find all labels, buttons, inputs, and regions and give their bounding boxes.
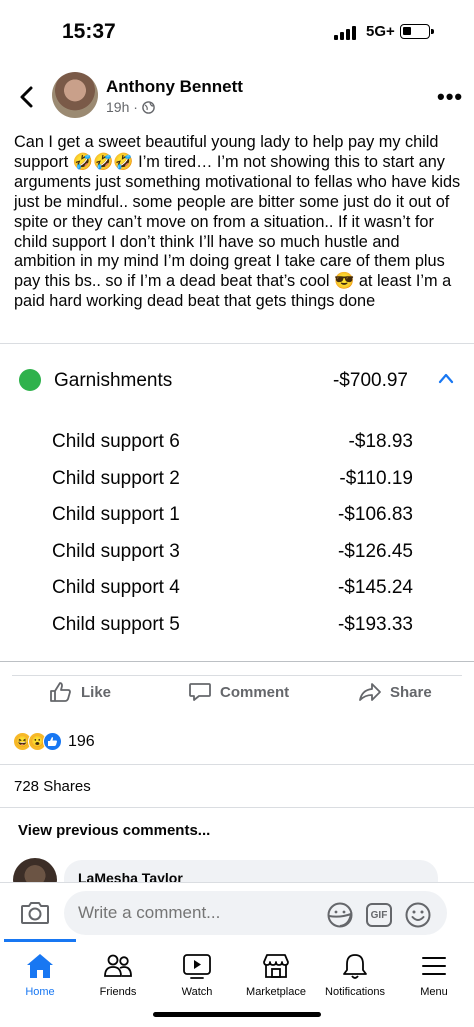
gif-label: GIF [370,909,388,921]
tab-menu[interactable]: Menu [394,952,474,998]
post-actions: Like Comment Share [0,681,474,713]
garnishment-label: Child support 6 [52,431,180,452]
friends-icon [104,954,132,977]
tab-menu-label: Menu [420,986,448,998]
signal-icon [334,26,356,40]
garnishment-label: Child support 1 [52,504,180,525]
gif-icon[interactable]: GIF [366,903,392,927]
composer-icons: GIF [326,901,432,929]
status-time: 15:37 [62,20,116,43]
garnishment-item: Child support 4 -$145.24 [0,575,474,612]
bell-icon [343,954,367,979]
garnishment-item: Child support 5 -$193.33 [0,612,474,649]
garnishment-amount: -$106.83 [337,504,413,525]
battery-icon [400,24,434,39]
chevron-up-icon[interactable] [438,372,454,384]
divider [0,764,474,765]
garnishments-total: -$700.97 [332,370,408,391]
like-reaction-icon [43,732,62,751]
tab-friends[interactable]: Friends [78,952,158,998]
comment-label: Comment [220,683,290,701]
watch-icon [183,954,211,979]
garnishment-label: Child support 5 [52,613,180,635]
garnishment-amount: -$126.45 [337,540,413,562]
status-bar: 15:37 5G+ [0,0,474,60]
comment-composer: GIF [0,882,474,942]
garnishment-amount: -$193.33 [337,613,413,635]
garnishment-label: Child support 2 [52,467,180,489]
tab-friends-label: Friends [99,986,137,998]
like-button[interactable]: Like [49,681,111,703]
globe-icon [142,100,155,114]
view-previous-comments-link[interactable]: View previous comments... [18,822,210,839]
hamburger-menu-icon [422,957,446,975]
garnishment-list: Child support 6 -$18.93 Child support 2 … [0,429,474,648]
divider [0,807,474,808]
garnishment-item: Child support 3 -$126.45 [0,539,474,576]
divider [0,343,474,344]
garnishment-item: Child support 2 -$110.19 [0,466,474,503]
tab-notifications-label: Notifications [325,986,385,998]
garnishment-amount: -$110.19 [339,467,413,489]
garnishment-label: Child support 3 [52,540,180,562]
garnishment-dot [19,369,41,391]
like-icon [50,682,71,702]
tab-home-label: Home [25,986,55,998]
post-header: Anthony Bennett 19h · ••• [0,70,474,126]
garnishment-amount: -$145.24 [337,577,413,598]
garnishment-item: Child support 6 -$18.93 [0,429,474,466]
home-icon [27,954,53,978]
bottom-tab-bar: Home Friends Watch Marketplace Notificat… [0,939,474,1002]
post-text: Can I get a sweet beautiful young lady t… [14,133,461,311]
garnishment-item: Child support 1 -$106.83 [0,502,474,539]
tab-home[interactable]: Home [0,952,80,998]
emoji-icon[interactable] [404,901,432,929]
post-time: 19h · [106,99,138,115]
share-label: Share [390,683,432,701]
sticker-icon[interactable] [326,901,354,929]
more-options-icon[interactable]: ••• [437,84,463,110]
back-arrow-icon[interactable] [16,84,38,110]
home-indicator [153,1012,321,1017]
tab-notifications[interactable]: Notifications [315,952,395,998]
author-avatar[interactable] [52,72,98,118]
comment-button[interactable]: Comment [188,681,289,703]
active-tab-indicator [4,939,76,942]
garnishment-amount: -$18.93 [348,431,413,452]
tab-marketplace-label: Marketplace [246,986,306,998]
marketplace-icon [263,954,289,978]
tab-watch-label: Watch [181,986,213,998]
network-label: 5G+ [366,23,395,40]
garnishment-label: Child support 4 [52,577,180,598]
reaction-count: 196 [68,732,95,750]
like-label: Like [81,683,112,701]
tab-marketplace[interactable]: Marketplace [236,952,316,998]
share-count[interactable]: 728 Shares [14,778,91,795]
comment-icon [189,683,211,701]
garnishments-header[interactable]: Garnishments -$700.97 [0,368,474,394]
post-meta: 19h · [106,99,155,115]
tab-watch[interactable]: Watch [157,952,237,998]
author-name[interactable]: Anthony Bennett [106,77,243,97]
divider [0,661,474,662]
garnishments-title: Garnishments [54,370,173,391]
reactions-summary[interactable]: 😆 😮 196 [13,732,95,751]
divider [12,675,462,676]
camera-icon[interactable] [20,899,50,925]
share-icon [359,683,381,701]
share-button[interactable]: Share [358,681,432,703]
